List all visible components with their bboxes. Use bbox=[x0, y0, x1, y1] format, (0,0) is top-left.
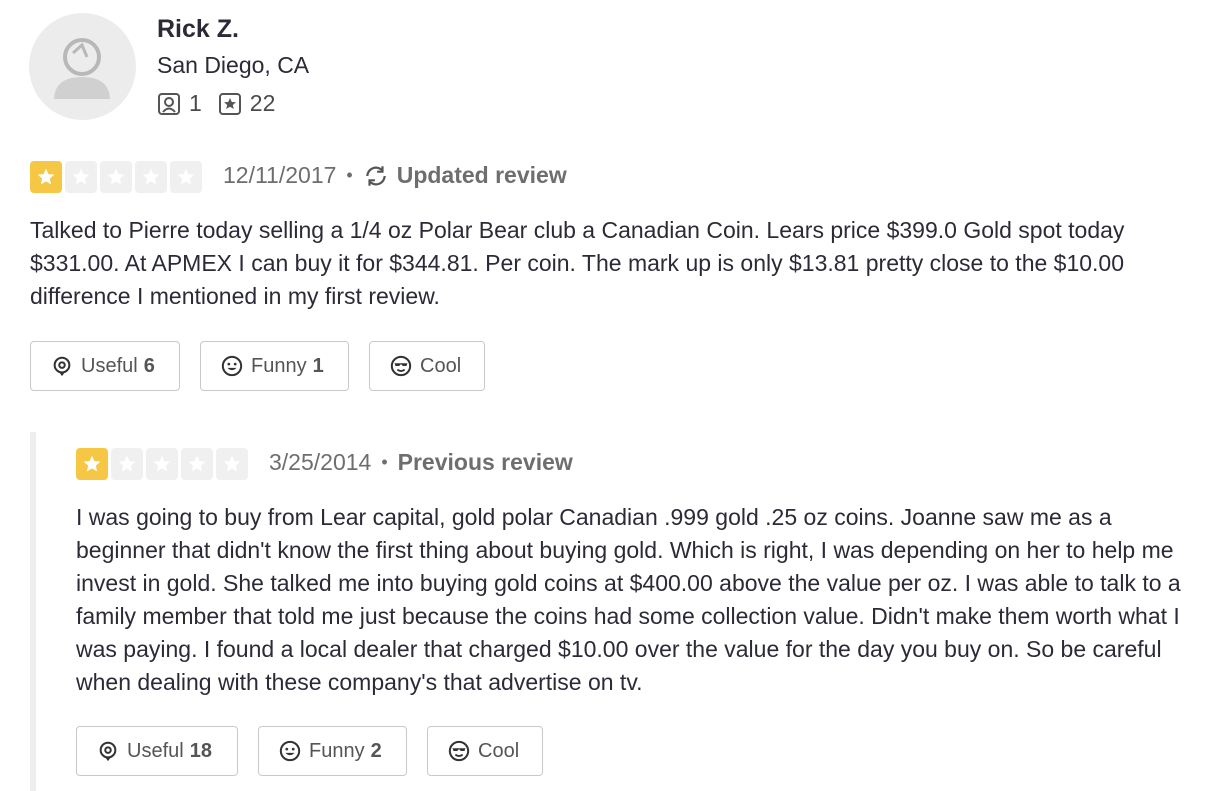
user-stats: 1 22 bbox=[157, 90, 275, 117]
user-avatar-icon bbox=[54, 38, 110, 99]
star-icon bbox=[216, 448, 248, 480]
useful-count: 18 bbox=[189, 739, 212, 762]
review-text: Talked to Pierre today selling a 1/4 oz … bbox=[30, 217, 1125, 309]
useful-label: Useful bbox=[81, 354, 138, 377]
user-name[interactable]: Rick Z. bbox=[157, 15, 239, 44]
star-icon bbox=[76, 448, 108, 480]
avatar[interactable] bbox=[29, 13, 136, 120]
reviews-star-icon bbox=[218, 92, 242, 116]
funny-label: Funny bbox=[251, 354, 307, 377]
funny-icon bbox=[221, 355, 243, 377]
cool-label: Cool bbox=[420, 354, 462, 377]
funny-count: 2 bbox=[370, 739, 382, 762]
review-date: 3/25/2014 bbox=[269, 449, 372, 475]
separator-dot: • bbox=[346, 165, 353, 185]
cool-button[interactable]: Cool bbox=[369, 341, 485, 391]
review-status: Updated review bbox=[396, 162, 567, 188]
funny-icon bbox=[279, 740, 301, 762]
funny-button[interactable]: Funny 1 bbox=[200, 341, 349, 391]
funny-button[interactable]: Funny 2 bbox=[258, 726, 407, 776]
review-text: I was going to buy from Lear capital, go… bbox=[76, 504, 1181, 695]
useful-label: Useful bbox=[127, 739, 184, 762]
useful-button[interactable]: Useful 18 bbox=[76, 726, 238, 776]
previous-review-bar bbox=[30, 432, 36, 791]
review-meta: 3/25/2014 • Previous review bbox=[269, 449, 573, 476]
separator-dot: • bbox=[381, 452, 388, 472]
reviews-count: 22 bbox=[249, 90, 276, 116]
star-rating bbox=[30, 161, 205, 193]
useful-icon bbox=[97, 740, 119, 762]
star-icon bbox=[170, 161, 202, 193]
useful-count: 6 bbox=[143, 354, 155, 377]
star-icon bbox=[30, 161, 62, 193]
star-icon bbox=[100, 161, 132, 193]
star-icon bbox=[181, 448, 213, 480]
star-icon bbox=[111, 448, 143, 480]
funny-label: Funny bbox=[309, 739, 365, 762]
sync-icon bbox=[363, 163, 389, 189]
friends-count: 1 bbox=[189, 90, 202, 116]
review-status: Previous review bbox=[397, 449, 573, 475]
friends-icon bbox=[157, 92, 181, 116]
star-icon bbox=[65, 161, 97, 193]
useful-icon bbox=[51, 355, 73, 377]
cool-button[interactable]: Cool bbox=[427, 726, 543, 776]
cool-icon bbox=[448, 740, 470, 762]
useful-button[interactable]: Useful 6 bbox=[30, 341, 180, 391]
user-location: San Diego, CA bbox=[157, 52, 310, 78]
star-icon bbox=[135, 161, 167, 193]
star-icon bbox=[146, 448, 178, 480]
cool-icon bbox=[390, 355, 412, 377]
review-meta: 12/11/2017 • Updated review bbox=[223, 162, 567, 189]
star-rating bbox=[76, 448, 251, 480]
review-date: 12/11/2017 bbox=[223, 162, 337, 188]
funny-count: 1 bbox=[312, 354, 324, 377]
cool-label: Cool bbox=[478, 739, 520, 762]
